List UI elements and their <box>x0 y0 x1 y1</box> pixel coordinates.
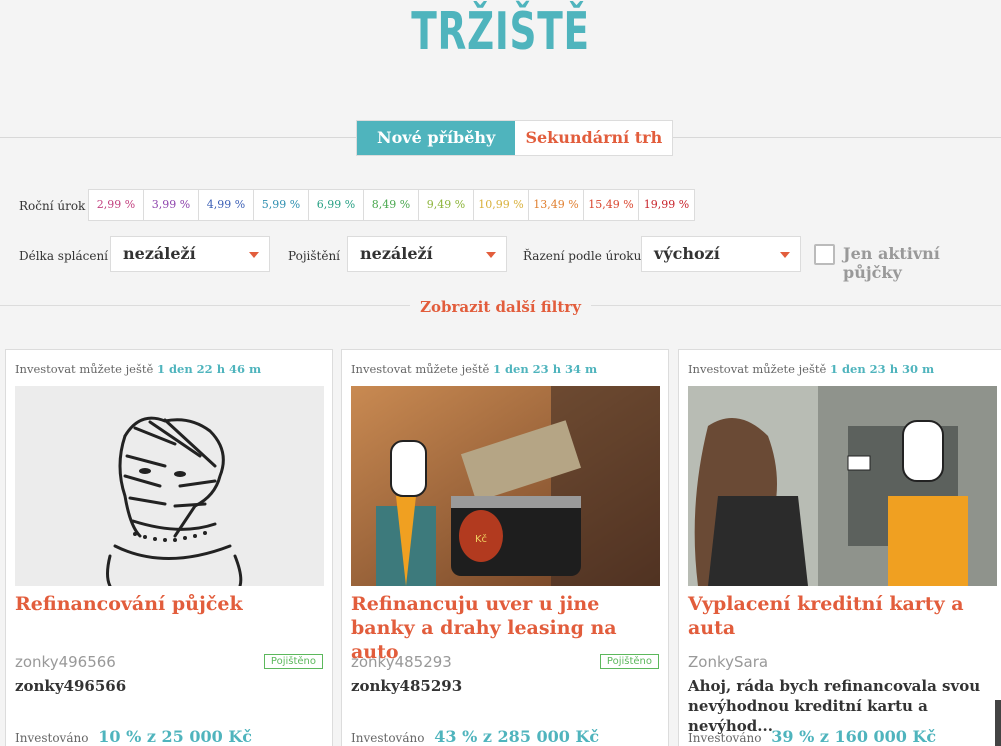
rate-option[interactable]: 10,99 % <box>474 190 529 220</box>
more-filters-link[interactable]: Zobrazit další filtry <box>410 298 591 316</box>
loan-card[interactable]: Investovat můžete ještě 1 den 23 h 34 m … <box>341 349 669 746</box>
term-label: Délka splácení <box>19 249 109 263</box>
rate-option[interactable]: 6,99 % <box>309 190 364 220</box>
time-remaining-label: Investovat můžete ještě <box>15 362 154 376</box>
tab-bar: Nové příběhy Sekundární trh <box>356 120 674 156</box>
loan-title[interactable]: Vyplacení kreditní karty a auta <box>688 592 998 640</box>
tab-new-stories[interactable]: Nové příběhy <box>357 121 516 155</box>
loan-card[interactable]: Investovat můžete ještě 1 den 22 h 46 m <box>5 349 333 746</box>
rate-option[interactable]: 3,99 % <box>144 190 199 220</box>
loan-photo[interactable]: Kč <box>351 386 660 586</box>
time-remaining-label: Investovat můžete ještě <box>688 362 827 376</box>
borrower-name: zonky496566 <box>15 653 116 671</box>
loan-card[interactable]: Investovat můžete ještě 1 den 23 h 30 m … <box>678 349 1001 746</box>
invested-value: 39 % z 160 000 Kč <box>771 727 937 746</box>
caret-down-icon <box>249 252 259 258</box>
divider <box>655 137 1001 138</box>
active-only-checkbox[interactable] <box>814 244 835 265</box>
invested: Investováno 39 % z 160 000 Kč <box>688 727 936 746</box>
time-remaining: Investovat můžete ještě 1 den 22 h 46 m <box>15 362 261 376</box>
sort-label: Řazení podle úroku <box>523 249 642 263</box>
insured-badge: Pojištěno <box>263 654 323 669</box>
caret-down-icon <box>486 252 496 258</box>
zebra-illustration[interactable] <box>15 386 324 586</box>
time-remaining-value: 1 den 23 h 34 m <box>492 362 598 376</box>
scrollbar[interactable] <box>995 700 1001 746</box>
time-remaining-value: 1 den 22 h 46 m <box>156 362 262 376</box>
rate-option[interactable]: 15,49 % <box>584 190 639 220</box>
rate-filter: 2,99 % 3,99 % 4,99 % 5,99 % 6,99 % 8,49 … <box>88 189 695 221</box>
svg-text:Kč: Kč <box>475 533 487 545</box>
insurance-select[interactable]: nezáleží <box>347 236 507 272</box>
invested-label: Investováno <box>688 731 762 745</box>
term-select-value: nezáleží <box>123 244 196 263</box>
loan-description: zonky496566 <box>15 677 127 695</box>
borrower-name: ZonkySara <box>688 653 769 671</box>
more-filters: Zobrazit další filtry <box>0 297 1001 316</box>
rate-option[interactable]: 4,99 % <box>199 190 254 220</box>
insurance-label: Pojištění <box>288 249 341 263</box>
tab-secondary-market[interactable]: Sekundární trh <box>515 121 672 155</box>
time-remaining-value: 1 den 23 h 30 m <box>829 362 935 376</box>
invested-value: 43 % z 285 000 Kč <box>434 727 600 746</box>
rate-option[interactable]: 19,99 % <box>639 190 694 220</box>
divider <box>0 137 356 138</box>
sort-select-value: výchozí <box>654 244 720 263</box>
term-select[interactable]: nezáleží <box>110 236 270 272</box>
rate-option[interactable]: 8,49 % <box>364 190 419 220</box>
loan-photo[interactable] <box>688 386 997 586</box>
loan-description: zonky485293 <box>351 677 463 695</box>
active-only-label[interactable]: Jen aktivní půjčky <box>843 244 1001 282</box>
time-remaining-label: Investovat můžete ještě <box>351 362 490 376</box>
rate-option[interactable]: 9,49 % <box>419 190 474 220</box>
insurance-select-value: nezáleží <box>360 244 433 263</box>
time-remaining: Investovat můžete ještě 1 den 23 h 34 m <box>351 362 597 376</box>
rate-option[interactable]: 2,99 % <box>89 190 144 220</box>
sort-select[interactable]: výchozí <box>641 236 801 272</box>
invested: Investováno 10 % z 25 000 Kč <box>15 727 252 746</box>
invested: Investováno 43 % z 285 000 Kč <box>351 727 599 746</box>
rate-option[interactable]: 13,49 % <box>529 190 584 220</box>
page-title: TRŽIŠTĚ <box>411 2 590 62</box>
loan-title[interactable]: Refinancování půjček <box>15 592 325 616</box>
caret-down-icon <box>780 252 790 258</box>
rate-option[interactable]: 5,99 % <box>254 190 309 220</box>
invested-label: Investováno <box>15 731 89 745</box>
insured-badge: Pojištěno <box>599 654 659 669</box>
invested-label: Investováno <box>351 731 425 745</box>
invested-value: 10 % z 25 000 Kč <box>98 727 252 746</box>
borrower-name: zonky485293 <box>351 653 452 671</box>
time-remaining: Investovat můžete ještě 1 den 23 h 30 m <box>688 362 934 376</box>
rate-filter-label: Roční úrok <box>19 199 86 213</box>
